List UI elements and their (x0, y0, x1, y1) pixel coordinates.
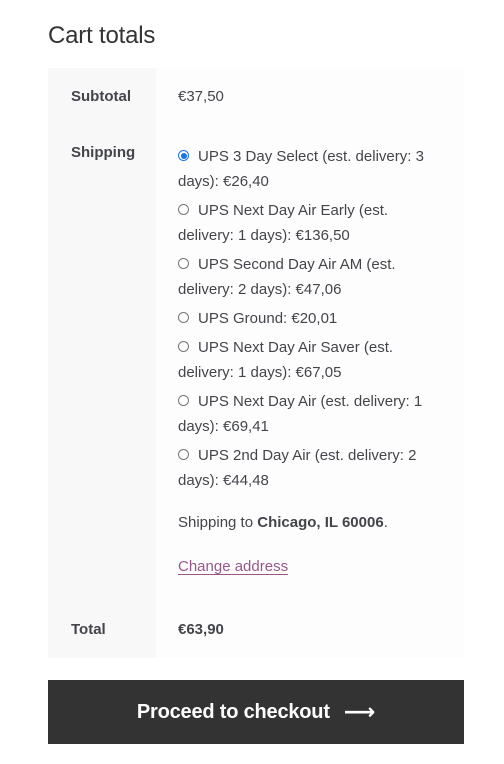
total-row: Total €63,90 (48, 601, 464, 658)
shipping-method-option[interactable]: UPS Next Day Air Saver (est. delivery: 1… (178, 335, 464, 385)
shipping-method-label: UPS Second Day Air AM (est. delivery: 2 … (178, 256, 396, 298)
cart-totals-title: Cart totals (48, 22, 156, 49)
subtotal-row: Subtotal €37,50 (48, 68, 464, 124)
shipping-method-label: UPS Next Day Air Saver (est. delivery: 1… (178, 339, 394, 381)
shipping-method-label: UPS Next Day Air (est. delivery: 1 days)… (178, 393, 423, 435)
shipping-method-option[interactable]: UPS Next Day Air (est. delivery: 1 days)… (178, 389, 464, 439)
shipping-method-list: UPS 3 Day Select (est. delivery: 3 days)… (178, 144, 464, 493)
radio-unchecked-icon[interactable] (178, 449, 189, 460)
shipping-method-label: UPS Next Day Air Early (est. delivery: 1… (178, 202, 389, 244)
shipping-to-location: Chicago, IL 60006 (257, 514, 384, 531)
shipping-to-suffix: . (383, 514, 388, 531)
radio-unchecked-icon[interactable] (178, 204, 189, 215)
radio-unchecked-icon[interactable] (178, 341, 189, 352)
shipping-method-label: UPS 3 Day Select (est. delivery: 3 days)… (178, 148, 424, 190)
arrow-right-icon: ⟶ (343, 699, 376, 724)
radio-checked-icon[interactable] (178, 150, 189, 161)
total-value: €63,90 (156, 601, 464, 658)
shipping-method-label: UPS 2nd Day Air (est. delivery: 2 days):… (178, 447, 417, 489)
shipping-method-label: UPS Ground: €20,01 (198, 310, 338, 327)
shipping-method-option[interactable]: UPS Ground: €20,01 (178, 306, 464, 331)
proceed-to-checkout-button[interactable]: Proceed to checkout ⟶ (48, 680, 464, 744)
shipping-method-option[interactable]: UPS 2nd Day Air (est. delivery: 2 days):… (178, 443, 464, 493)
shipping-label: Shipping (48, 124, 156, 601)
shipping-destination: Shipping to Chicago, IL 60006. (178, 512, 464, 534)
checkout-button-label: Proceed to checkout (136, 700, 330, 723)
shipping-method-option[interactable]: UPS 3 Day Select (est. delivery: 3 days)… (178, 144, 464, 194)
shipping-method-option[interactable]: UPS Second Day Air AM (est. delivery: 2 … (178, 252, 464, 302)
shipping-options: UPS 3 Day Select (est. delivery: 3 days)… (156, 124, 464, 601)
cart-totals-table: Subtotal €37,50 Shipping UPS 3 Day Selec… (48, 68, 464, 658)
shipping-method-option[interactable]: UPS Next Day Air Early (est. delivery: 1… (178, 198, 464, 248)
change-address-link[interactable]: Change address (178, 558, 288, 575)
shipping-to-prefix: Shipping to (178, 514, 258, 531)
radio-unchecked-icon[interactable] (178, 258, 189, 269)
total-label: Total (48, 601, 156, 658)
radio-unchecked-icon[interactable] (178, 395, 189, 406)
subtotal-label: Subtotal (48, 68, 156, 124)
shipping-row: Shipping UPS 3 Day Select (est. delivery… (48, 124, 464, 601)
radio-unchecked-icon[interactable] (178, 312, 189, 323)
subtotal-value: €37,50 (156, 68, 464, 124)
